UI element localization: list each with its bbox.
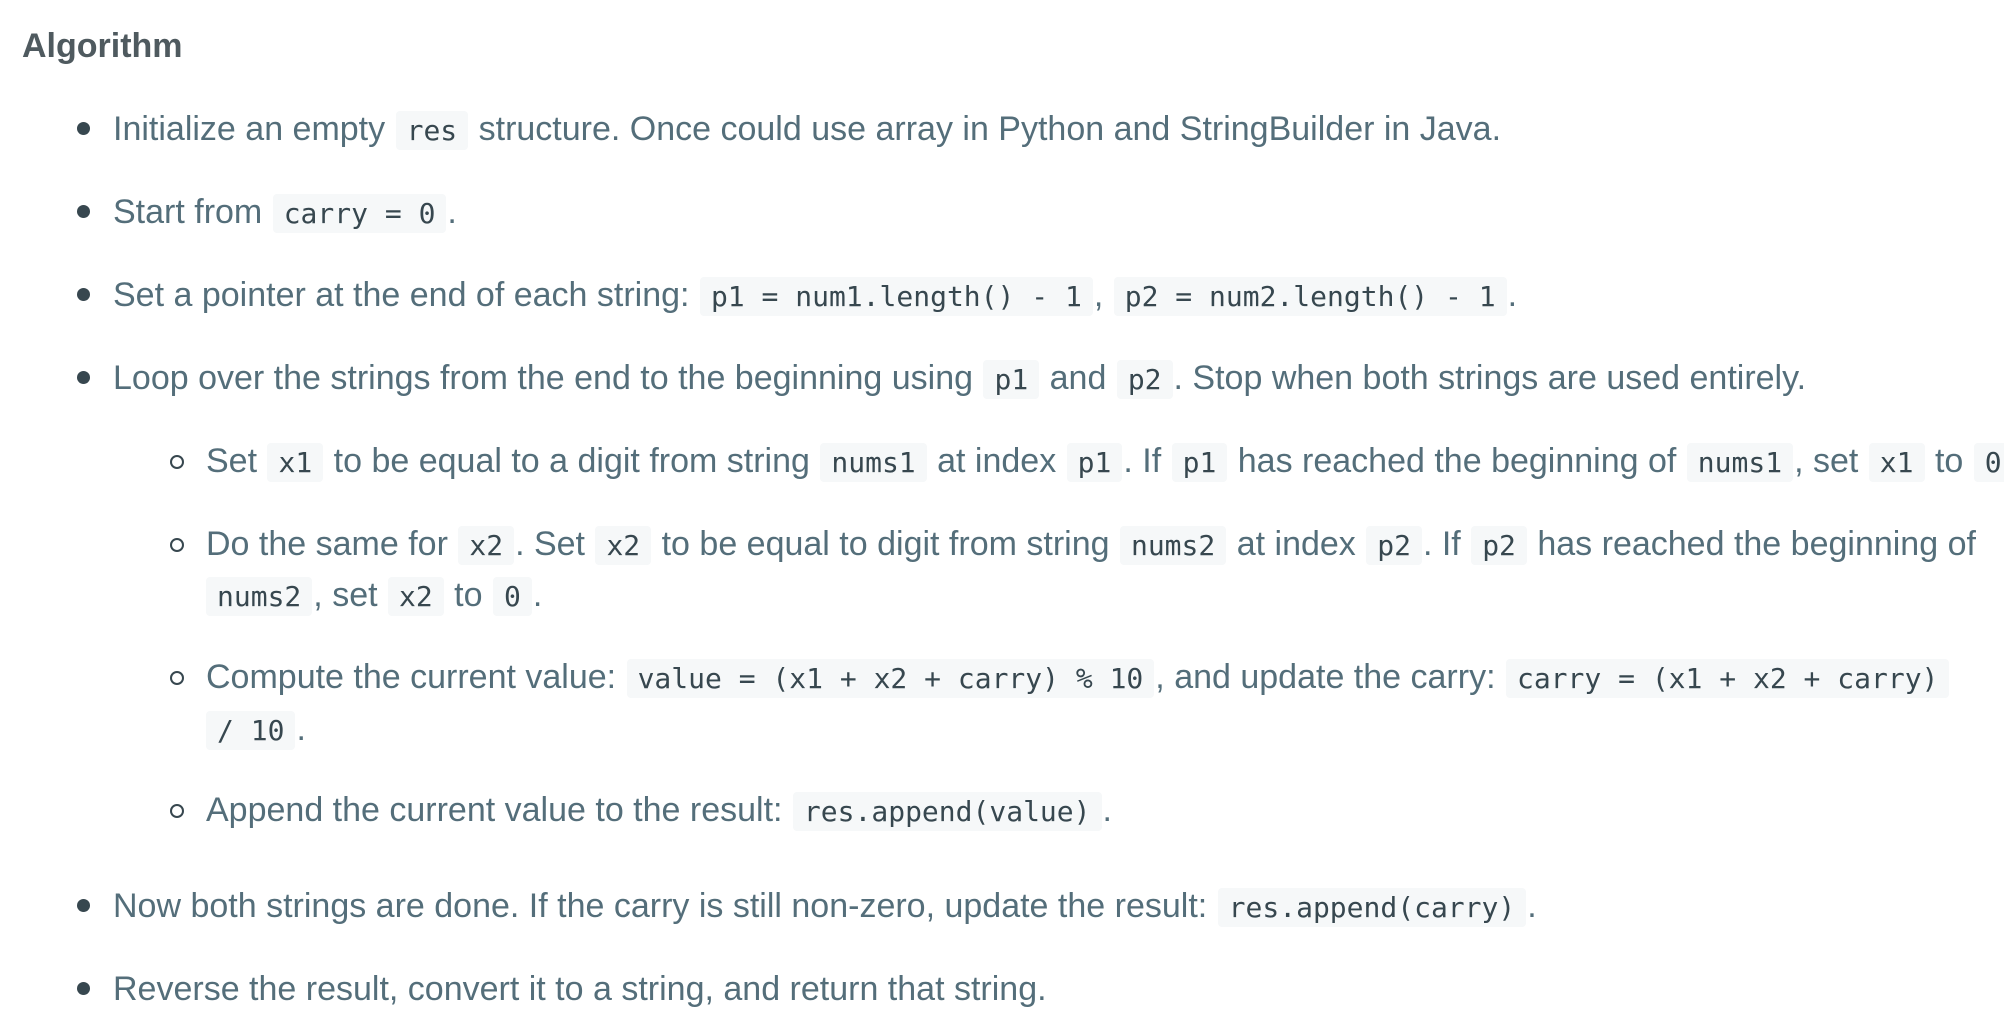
step-text: and	[1040, 359, 1116, 397]
substep-set-x1: Set x1 to be equal to a digit from strin…	[206, 435, 2004, 489]
inline-code: nums2	[1119, 526, 1227, 565]
inline-code: 0	[492, 577, 532, 616]
substep-text: . If	[1422, 525, 1471, 563]
inline-code: p1 = num1.length() - 1	[699, 277, 1093, 316]
substep-text: has reached the beginning of	[1527, 525, 1976, 563]
substep-text: .	[1102, 791, 1112, 829]
substep-set-x2-continued: nums2, set x2 to 0.	[206, 569, 542, 623]
step-text: Set a pointer at the end of each string:	[113, 276, 699, 314]
step-loop-strings: Loop over the strings from the end to th…	[113, 352, 1806, 406]
inline-code: 0	[1973, 443, 2004, 482]
substep-text: to be equal to digit from string	[652, 525, 1119, 563]
substep-text: at index	[927, 442, 1066, 480]
inline-code: p2	[1116, 360, 1173, 399]
step-text: .	[1507, 276, 1518, 314]
substep-text: to	[444, 576, 492, 614]
substep-text: , set	[1794, 442, 1868, 480]
inline-code: x2	[388, 577, 444, 616]
step-text: Now both strings are done. If the carry …	[113, 887, 1217, 925]
substep-append-value: Append the current value to the result: …	[206, 784, 1112, 838]
bullet-disc	[77, 288, 90, 301]
step-start-carry: Start from carry = 0.	[113, 186, 457, 240]
step-text: ,	[1093, 276, 1113, 314]
bullet-circle	[170, 671, 184, 685]
step-text: Initialize an empty	[113, 110, 395, 148]
substep-text: .	[532, 576, 543, 614]
substep-text: to	[1925, 442, 1973, 480]
bullet-disc	[77, 371, 90, 384]
step-text: . Stop when both strings are used entire…	[1173, 359, 1807, 397]
substep-text: .	[296, 710, 306, 748]
substep-text: , and update the carry:	[1155, 658, 1505, 696]
inline-code: p2	[1471, 526, 1527, 565]
step-text: Reverse the result, convert it to a stri…	[113, 970, 1047, 1008]
inline-code: p2 = num2.length() - 1	[1113, 277, 1507, 316]
inline-code: p1	[1171, 443, 1228, 482]
substep-compute-value: Compute the current value: value = (x1 +…	[206, 651, 1950, 705]
inline-code: res.append(value)	[792, 792, 1102, 831]
bullet-disc	[77, 122, 90, 135]
step-text: structure. Once could use array in Pytho…	[469, 110, 1502, 148]
substep-text: has reached the beginning of	[1228, 442, 1686, 480]
inline-code: nums1	[1686, 443, 1794, 482]
algorithm-section: Algorithm Initialize an empty res struct…	[0, 0, 2004, 1030]
step-reverse-result: Reverse the result, convert it to a stri…	[113, 963, 1047, 1015]
inline-code: x2	[595, 526, 652, 565]
inline-code: p2	[1366, 526, 1422, 565]
bullet-disc	[77, 205, 90, 218]
step-append-carry: Now both strings are done. If the carry …	[113, 880, 1537, 934]
inline-code: res	[395, 111, 469, 150]
inline-code: value = (x1 + x2 + carry) % 10	[626, 659, 1155, 698]
substep-compute-value-continued: / 10.	[206, 703, 306, 757]
substep-text: at index	[1227, 525, 1366, 563]
bullet-circle	[170, 538, 184, 552]
substep-text: to be equal to a digit from string	[324, 442, 820, 480]
substep-text: Do the same for	[206, 525, 458, 563]
substep-text: Set	[206, 442, 267, 480]
inline-code: carry = (x1 + x2 + carry)	[1505, 659, 1950, 698]
substep-set-x2: Do the same for x2. Set x2 to be equal t…	[206, 518, 1976, 572]
step-text: Start from	[113, 193, 272, 231]
inline-code: p1	[983, 360, 1040, 399]
bullet-disc	[77, 982, 90, 995]
inline-code: x1	[1868, 443, 1925, 482]
inline-code: x2	[458, 526, 515, 565]
inline-code: nums2	[206, 577, 313, 616]
inline-code: p1	[1066, 443, 1123, 482]
substep-text: Compute the current value:	[206, 658, 626, 696]
inline-code: x1	[267, 443, 324, 482]
step-initialize-res: Initialize an empty res structure. Once …	[113, 103, 1501, 157]
step-set-pointers: Set a pointer at the end of each string:…	[113, 269, 1517, 323]
bullet-circle	[170, 804, 184, 818]
substep-text: . If	[1123, 442, 1171, 480]
substep-text: , set	[313, 576, 387, 614]
substep-text: Append the current value to the result:	[206, 791, 792, 829]
inline-code: res.append(carry)	[1217, 888, 1527, 927]
substep-text: . Set	[515, 525, 595, 563]
inline-code: / 10	[206, 711, 296, 750]
step-text: .	[1527, 887, 1537, 925]
step-text: .	[447, 193, 457, 231]
bullet-circle	[170, 455, 184, 469]
inline-code: nums1	[820, 443, 927, 482]
step-text: Loop over the strings from the end to th…	[113, 359, 983, 397]
bullet-disc	[77, 899, 90, 912]
section-heading: Algorithm	[22, 27, 183, 65]
inline-code: carry = 0	[272, 194, 447, 233]
